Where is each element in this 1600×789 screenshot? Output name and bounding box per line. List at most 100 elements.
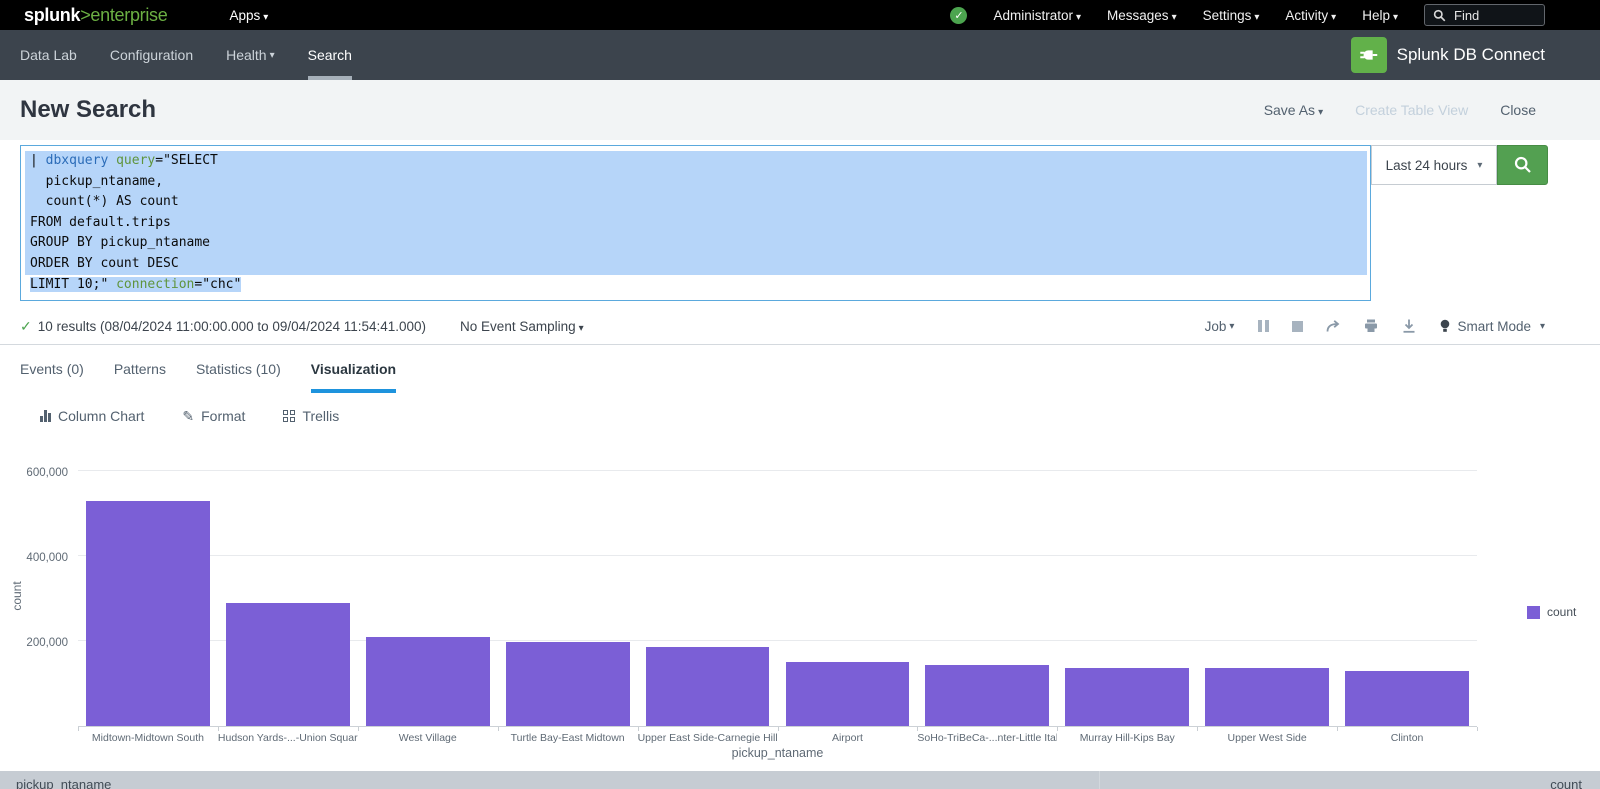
help-menu[interactable]: Help▾ <box>1362 8 1398 23</box>
x-tick-label: Upper West Side <box>1197 732 1337 744</box>
nav-item-configuration[interactable]: Configuration <box>110 30 193 80</box>
search-mode-menu[interactable]: Smart Mode▾ <box>1439 319 1545 334</box>
x-tick-mark <box>1477 727 1478 731</box>
event-sampling-menu[interactable]: No Event Sampling▾ <box>460 319 584 334</box>
x-tick-mark <box>1057 727 1058 731</box>
format-button[interactable]: ✎ Format <box>182 408 245 425</box>
logo-splunk-text: splunk <box>24 5 80 25</box>
tab-label: Statistics (10) <box>196 361 281 377</box>
tab-statistics[interactable]: Statistics (10) <box>196 345 281 393</box>
export-button[interactable] <box>1401 318 1417 334</box>
job-menu[interactable]: Job▾ <box>1205 319 1235 334</box>
lightbulb-icon <box>1439 319 1451 333</box>
statistics-table-header: pickup_ntaname count <box>0 771 1600 789</box>
x-tick-mark <box>498 727 499 731</box>
caret-down-icon: ▾ <box>1172 12 1177 23</box>
top-nav-bar: splunk>enterprise Apps▾ ✓ Administrator▾… <box>0 0 1600 30</box>
results-tabs: Events (0) Patterns Statistics (10) Visu… <box>0 345 1600 393</box>
nav-item-data-lab[interactable]: Data Lab <box>20 30 77 80</box>
caret-down-icon: ▾ <box>270 50 275 61</box>
chart-type-picker[interactable]: Column Chart <box>40 408 144 424</box>
tab-label: Events (0) <box>20 361 84 377</box>
x-tick-label: Turtle Bay-East Midtown <box>498 732 638 744</box>
chart-bar-9[interactable] <box>1205 668 1329 726</box>
caret-down-icon: ▾ <box>1229 321 1234 332</box>
results-summary: 10 results (08/04/2024 11:00:00.000 to 0… <box>38 319 426 334</box>
nav-item-search[interactable]: Search <box>308 30 352 80</box>
y-tick-label: 200,000 <box>2 637 68 649</box>
print-button[interactable] <box>1363 318 1379 334</box>
x-tick-mark <box>1337 727 1338 731</box>
find-search-box[interactable] <box>1424 4 1545 26</box>
trellis-label: Trellis <box>302 408 339 424</box>
pencil-icon: ✎ <box>182 408 194 425</box>
chart-bar-4[interactable] <box>506 642 630 726</box>
trellis-grid-icon <box>283 410 295 422</box>
nav-item-label: Health <box>226 47 266 63</box>
run-search-button[interactable] <box>1497 145 1548 185</box>
db-connect-plug-icon <box>1351 37 1387 73</box>
event-sampling-label: No Event Sampling <box>460 319 576 334</box>
chart-bar-1[interactable] <box>86 501 210 726</box>
health-status-icon[interactable]: ✓ <box>950 7 967 24</box>
trellis-button[interactable]: Trellis <box>283 408 339 424</box>
page-title: New Search <box>20 96 156 124</box>
x-tick-label: West Village <box>358 732 498 744</box>
nav-item-health[interactable]: Health ▾ <box>226 30 275 80</box>
check-icon: ✓ <box>954 9 963 22</box>
query-line: | dbxquery query="SELECT <box>25 151 1367 172</box>
column-header-count[interactable]: count <box>1100 771 1600 789</box>
chart-bar-2[interactable] <box>226 603 350 726</box>
administrator-menu-label: Administrator <box>993 8 1073 23</box>
nav-item-label: Search <box>308 47 352 63</box>
x-tick-mark <box>1197 727 1198 731</box>
legend-swatch <box>1527 606 1540 619</box>
column-header-pickup-ntaname[interactable]: pickup_ntaname <box>0 771 1100 789</box>
legend-label: count <box>1547 605 1576 619</box>
close-button[interactable]: Close <box>1500 102 1536 118</box>
caret-down-icon: ▾ <box>579 323 584 334</box>
share-icon <box>1325 318 1341 334</box>
chart-plot <box>78 450 1477 727</box>
x-tick-mark <box>358 727 359 731</box>
chart-bar-8[interactable] <box>1065 668 1189 726</box>
x-tick-label: Upper East Side-Carnegie Hill <box>638 732 778 744</box>
format-label: Format <box>201 408 245 424</box>
save-as-button[interactable]: Save As▾ <box>1264 102 1323 118</box>
messages-menu[interactable]: Messages▾ <box>1107 8 1177 23</box>
chart-type-label: Column Chart <box>58 408 144 424</box>
x-tick-label: Airport <box>778 732 918 744</box>
search-icon <box>1433 9 1446 22</box>
chart-bar-3[interactable] <box>366 637 490 726</box>
stop-job-button[interactable] <box>1292 321 1303 332</box>
chart-legend[interactable]: count <box>1527 605 1576 619</box>
caret-down-icon: ▾ <box>1318 107 1323 118</box>
x-tick-mark <box>778 727 779 731</box>
pause-job-button[interactable] <box>1256 320 1270 332</box>
create-table-view-button[interactable]: Create Table View <box>1355 102 1468 118</box>
job-menu-label: Job <box>1205 319 1227 334</box>
time-range-picker[interactable]: Last 24 hours▾ <box>1371 145 1497 185</box>
tab-events[interactable]: Events (0) <box>20 345 84 393</box>
settings-menu[interactable]: Settings▾ <box>1203 8 1260 23</box>
tab-visualization[interactable]: Visualization <box>311 345 396 393</box>
share-job-button[interactable] <box>1325 318 1341 334</box>
y-tick-label: 400,000 <box>2 552 68 564</box>
administrator-menu[interactable]: Administrator▾ <box>993 8 1081 23</box>
apps-menu[interactable]: Apps▾ <box>229 8 268 23</box>
app-identity[interactable]: Splunk DB Connect <box>1351 30 1545 80</box>
chart-bar-6[interactable] <box>786 662 910 726</box>
find-input[interactable] <box>1452 7 1536 24</box>
tab-patterns[interactable]: Patterns <box>114 345 166 393</box>
time-range-group: Last 24 hours▾ <box>1371 145 1548 185</box>
search-mode-label: Smart Mode <box>1457 319 1531 334</box>
query-line: GROUP BY pickup_ntaname <box>25 233 1367 254</box>
page-header: New Search Save As▾ Create Table View Cl… <box>0 80 1600 140</box>
activity-menu[interactable]: Activity▾ <box>1285 8 1336 23</box>
search-bar-input[interactable]: | dbxquery query="SELECT pickup_ntaname,… <box>20 145 1371 301</box>
chart-bar-7[interactable] <box>925 665 1049 726</box>
chart-bar-10[interactable] <box>1345 671 1469 726</box>
x-axis-title: pickup_ntaname <box>78 746 1477 760</box>
y-axis-title: count <box>10 581 24 610</box>
chart-bar-5[interactable] <box>646 647 770 726</box>
